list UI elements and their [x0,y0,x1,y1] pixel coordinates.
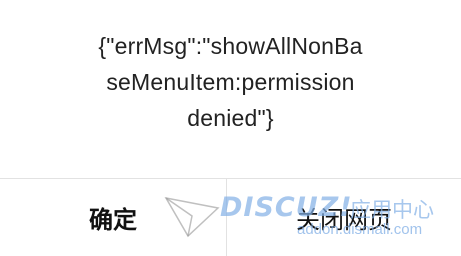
dialog-message: {"errMsg":"showAllNonBa seMenuItem:permi… [0,28,461,136]
dialog-message-line: denied"} [187,105,274,131]
dialog-message-line: seMenuItem:permission [106,69,355,95]
close-webpage-button-label: 关闭网页 [296,207,392,234]
ok-button-label: 确定 [89,207,137,234]
ok-button[interactable]: 确定 [0,179,226,256]
alert-dialog: {"errMsg":"showAllNonBa seMenuItem:permi… [0,0,461,256]
close-webpage-button[interactable]: 关闭网页 [227,179,461,256]
dialog-message-line: {"errMsg":"showAllNonBa [98,33,363,59]
